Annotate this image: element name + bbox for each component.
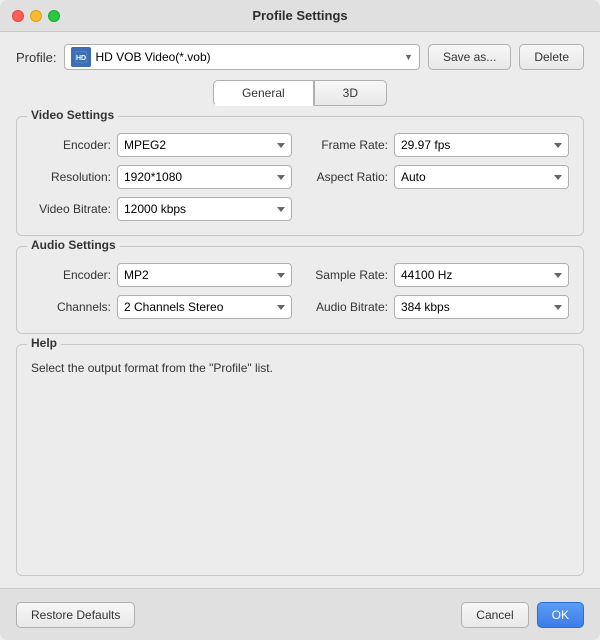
resolution-label: Resolution:	[31, 170, 111, 184]
window-title: Profile Settings	[252, 8, 347, 23]
save-as-button[interactable]: Save as...	[428, 44, 511, 70]
close-button[interactable]	[12, 10, 24, 22]
audio-fields-grid: Encoder: MP2 Sample Rate: 44100 Hz Chann…	[31, 263, 569, 319]
maximize-button[interactable]	[48, 10, 60, 22]
profile-row: Profile: HD HD VOB Video(*.vob) ▼ Save a…	[16, 44, 584, 70]
ok-button[interactable]: OK	[537, 602, 584, 628]
aspect-ratio-label: Aspect Ratio:	[308, 170, 388, 184]
restore-defaults-button[interactable]: Restore Defaults	[16, 602, 135, 628]
aspect-ratio-select[interactable]: Auto	[394, 165, 569, 189]
encoder-select[interactable]: MPEG2	[117, 133, 292, 157]
bottom-bar: Restore Defaults Cancel OK	[0, 588, 600, 640]
audio-bitrate-field-row: Audio Bitrate: 384 kbps	[308, 295, 569, 319]
profile-label: Profile:	[16, 50, 56, 65]
tabs-row: General 3D	[16, 80, 584, 106]
main-content: Profile: HD HD VOB Video(*.vob) ▼ Save a…	[0, 32, 600, 588]
resolution-select[interactable]: 1920*1080	[117, 165, 292, 189]
audio-bitrate-label: Audio Bitrate:	[308, 300, 388, 314]
cancel-button[interactable]: Cancel	[461, 602, 528, 628]
sample-rate-select[interactable]: 44100 Hz	[394, 263, 569, 287]
encoder-field-row: Encoder: MPEG2	[31, 133, 292, 157]
video-settings-title: Video Settings	[27, 108, 118, 122]
audio-encoder-label: Encoder:	[31, 268, 111, 282]
audio-settings-title: Audio Settings	[27, 238, 120, 252]
audio-encoder-field-row: Encoder: MP2	[31, 263, 292, 287]
channels-select[interactable]: 2 Channels Stereo	[117, 295, 292, 319]
channels-field-row: Channels: 2 Channels Stereo	[31, 295, 292, 319]
profile-select-arrow: ▼	[404, 52, 413, 62]
help-title: Help	[27, 336, 61, 350]
video-bitrate-select[interactable]: 12000 kbps	[117, 197, 292, 221]
frame-rate-label: Frame Rate:	[308, 138, 388, 152]
aspect-ratio-field-row: Aspect Ratio: Auto	[308, 165, 569, 189]
tab-3d[interactable]: 3D	[314, 80, 387, 106]
frame-rate-select[interactable]: 29.97 fps	[394, 133, 569, 157]
sample-rate-label: Sample Rate:	[308, 268, 388, 282]
bottom-right-buttons: Cancel OK	[461, 602, 584, 628]
title-bar: Profile Settings	[0, 0, 600, 32]
encoder-label: Encoder:	[31, 138, 111, 152]
tab-general[interactable]: General	[213, 80, 314, 106]
profile-select[interactable]: HD VOB Video(*.vob)	[95, 50, 400, 64]
delete-button[interactable]: Delete	[519, 44, 584, 70]
video-fields-grid: Encoder: MPEG2 Frame Rate: 29.97 fps Res…	[31, 133, 569, 221]
help-section: Help Select the output format from the "…	[16, 344, 584, 576]
profile-icon: HD	[71, 47, 91, 67]
video-settings-section: Video Settings Encoder: MPEG2 Frame Rate…	[16, 116, 584, 236]
channels-label: Channels:	[31, 300, 111, 314]
traffic-lights	[12, 10, 60, 22]
profile-select-wrapper: HD HD VOB Video(*.vob) ▼	[64, 44, 419, 70]
audio-encoder-select[interactable]: MP2	[117, 263, 292, 287]
audio-settings-section: Audio Settings Encoder: MP2 Sample Rate:…	[16, 246, 584, 334]
resolution-field-row: Resolution: 1920*1080	[31, 165, 292, 189]
svg-text:HD: HD	[76, 55, 86, 62]
minimize-button[interactable]	[30, 10, 42, 22]
video-bitrate-field-row: Video Bitrate: 12000 kbps	[31, 197, 292, 221]
video-bitrate-label: Video Bitrate:	[31, 202, 111, 216]
help-text: Select the output format from the "Profi…	[31, 359, 569, 377]
sample-rate-field-row: Sample Rate: 44100 Hz	[308, 263, 569, 287]
audio-bitrate-select[interactable]: 384 kbps	[394, 295, 569, 319]
frame-rate-field-row: Frame Rate: 29.97 fps	[308, 133, 569, 157]
